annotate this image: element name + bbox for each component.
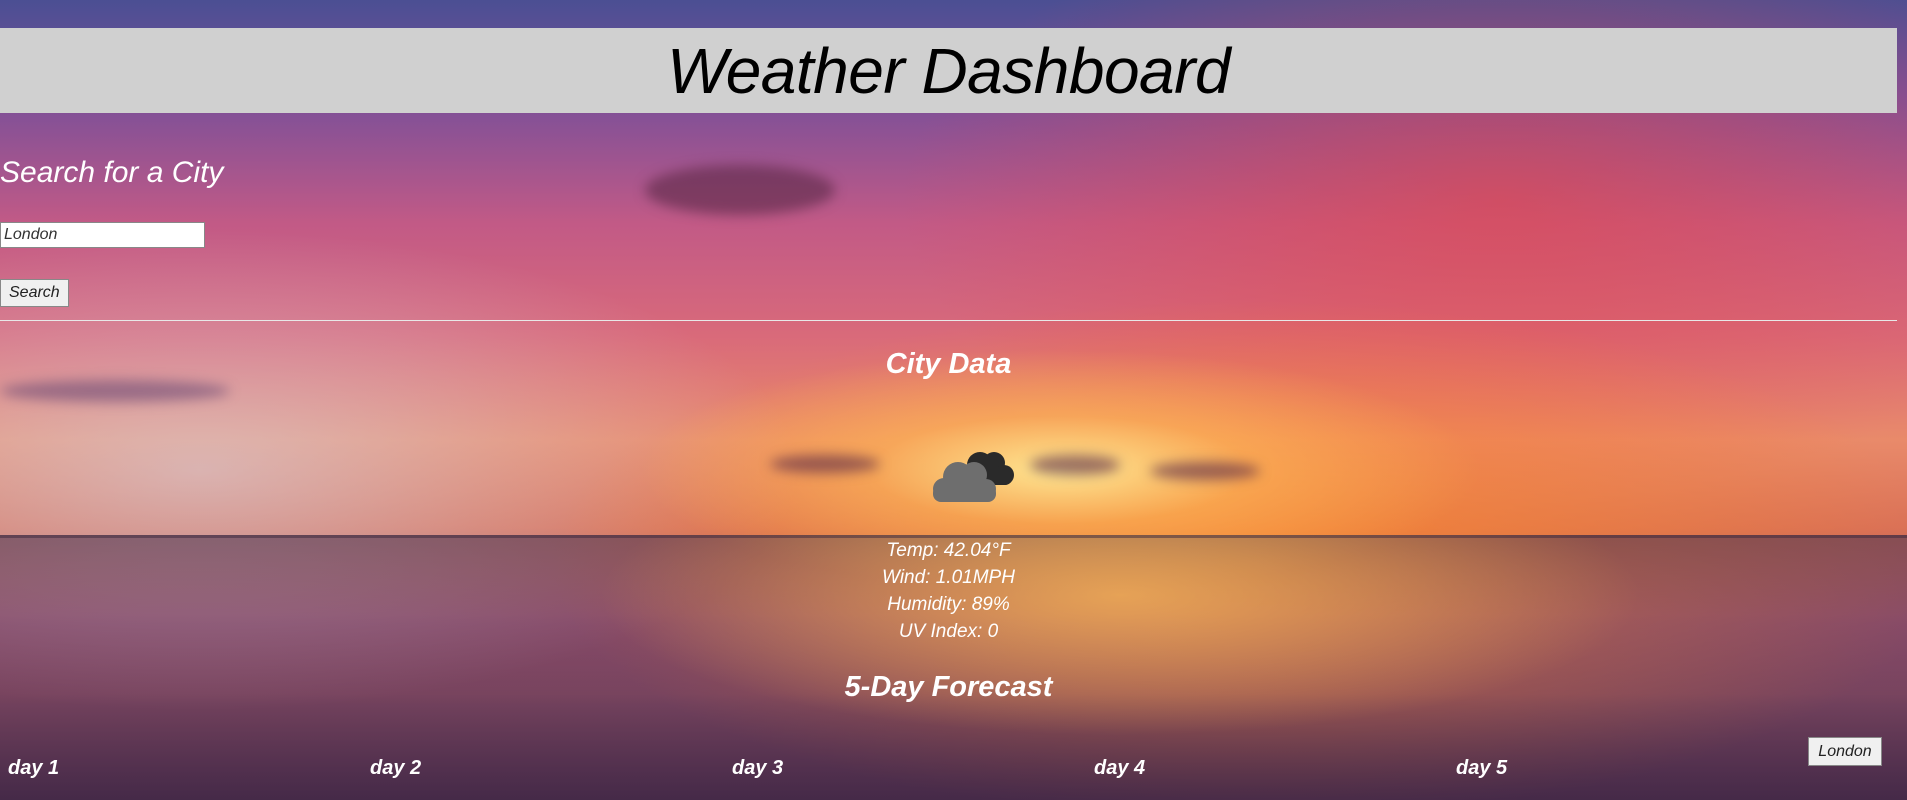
background-cloud bbox=[1150, 462, 1260, 480]
section-divider bbox=[0, 320, 1897, 321]
forecast-day-1: day 1 bbox=[8, 757, 60, 779]
background-cloud bbox=[1030, 455, 1120, 475]
forecast-day-3: day 3 bbox=[732, 757, 784, 779]
cloud-icon bbox=[928, 445, 1018, 505]
uv-index-text: UV Index: 0 bbox=[898, 621, 999, 642]
city-data-heading: City Data bbox=[885, 348, 1012, 380]
page-title: Weather Dashboard bbox=[666, 34, 1231, 107]
city-search-input[interactable] bbox=[0, 222, 205, 248]
city-stats: Temp: 42.04°F Wind: 1.01MPH Humidity: 89… bbox=[0, 537, 1897, 645]
temperature-text: Temp: 42.04°F bbox=[886, 540, 1011, 561]
humidity-text: Humidity: 89% bbox=[887, 594, 1010, 615]
background-cloud bbox=[0, 380, 230, 402]
forecast-day-2: day 2 bbox=[370, 757, 422, 779]
background-cloud bbox=[770, 455, 880, 473]
search-button[interactable]: Search bbox=[0, 279, 69, 307]
search-heading: Search for a City bbox=[0, 156, 224, 189]
forecast-day-4: day 4 bbox=[1094, 757, 1146, 779]
forecast-day-5: day 5 bbox=[1456, 757, 1508, 779]
wind-text: Wind: 1.01MPH bbox=[882, 567, 1015, 588]
background-cloud bbox=[645, 165, 835, 215]
search-history-london-button[interactable]: London bbox=[1808, 737, 1882, 766]
forecast-heading: 5-Day Forecast bbox=[844, 671, 1053, 703]
header-bar: Weather Dashboard bbox=[0, 28, 1897, 113]
